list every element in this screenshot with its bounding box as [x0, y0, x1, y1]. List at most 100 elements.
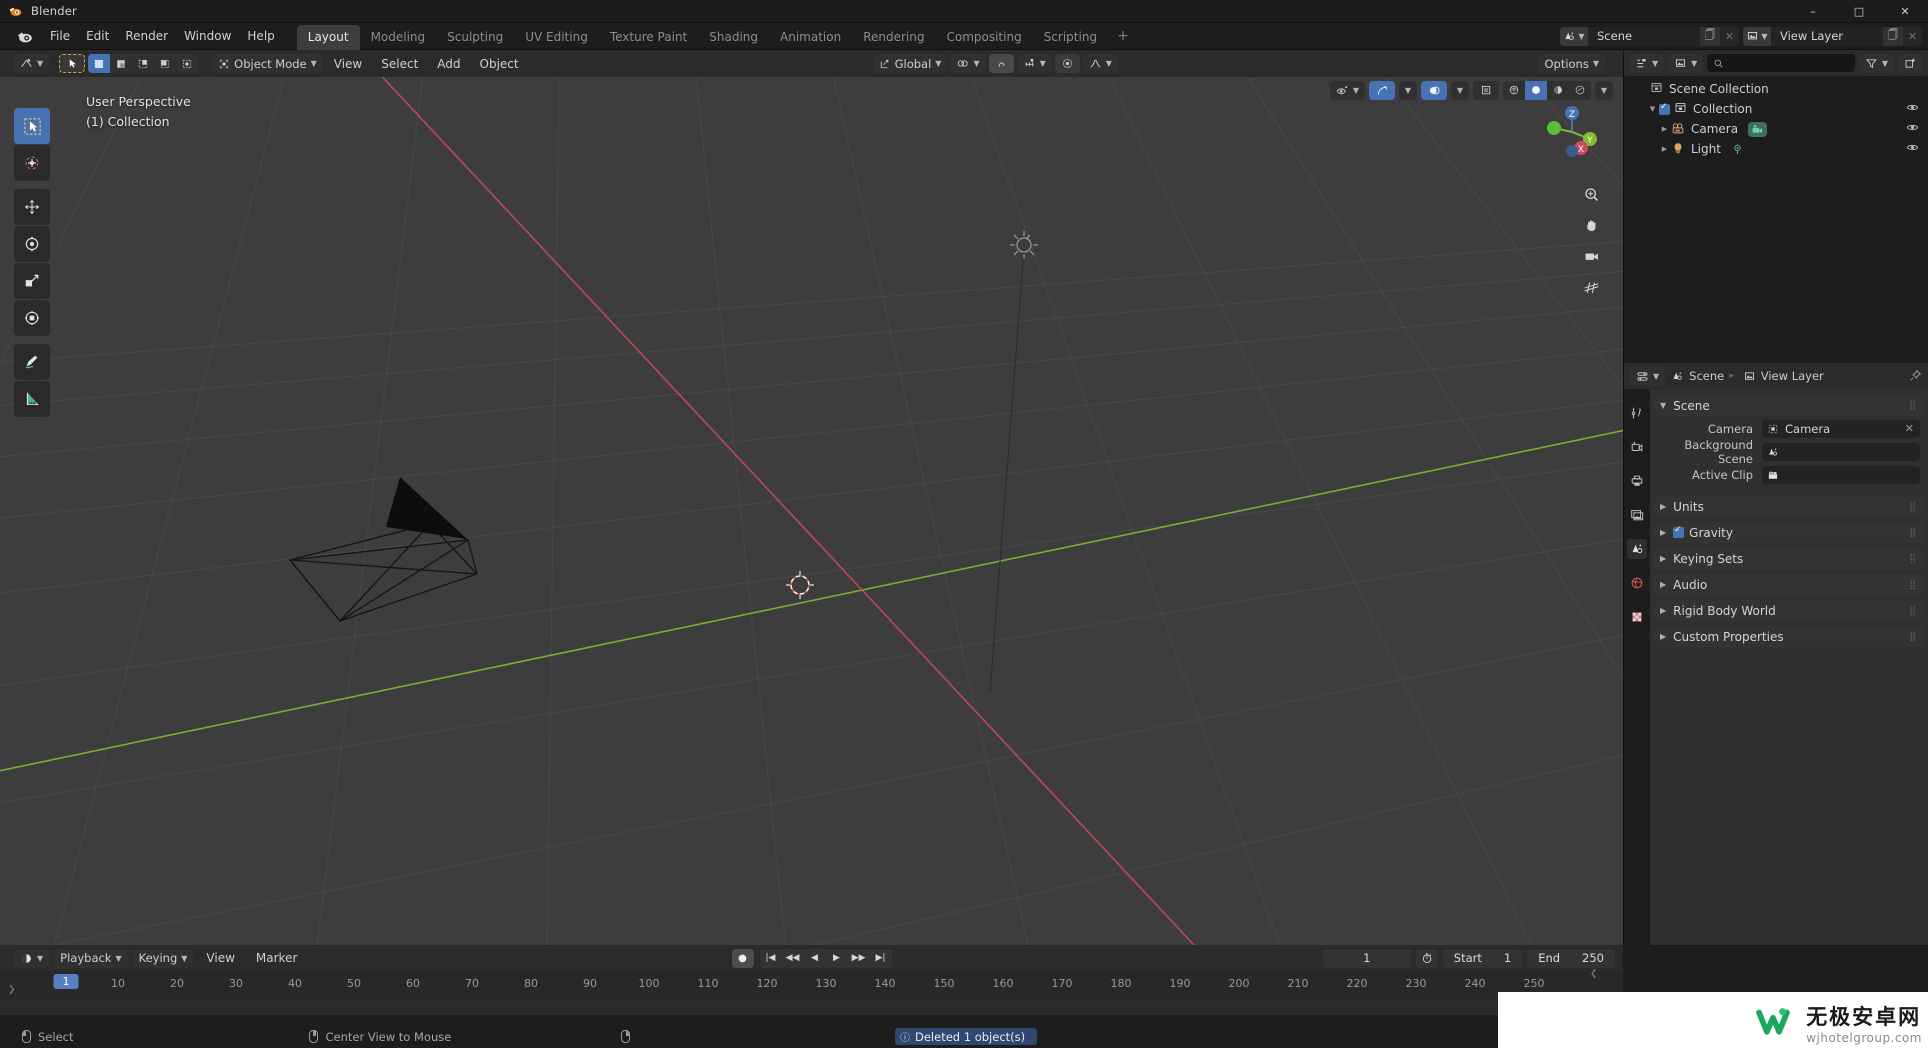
- breadcrumb-scene[interactable]: Scene: [1689, 369, 1724, 383]
- printer-icon[interactable]: [1627, 471, 1647, 491]
- measure-tool[interactable]: [14, 381, 50, 417]
- light-data-icon[interactable]: [1731, 143, 1744, 156]
- panel-disclosure-icon[interactable]: ▶: [1660, 632, 1666, 641]
- render-icon[interactable]: [1627, 437, 1647, 457]
- unlink-viewlayer-icon[interactable]: ✕: [1903, 27, 1922, 46]
- select-extend-icon[interactable]: [110, 54, 132, 73]
- select-tool-active-icon[interactable]: [59, 54, 86, 73]
- blender-menu-icon[interactable]: [16, 27, 36, 45]
- camera-field[interactable]: Camera ✕: [1762, 419, 1920, 438]
- timeline-ruler[interactable]: 1 10 20 30 40 50 60 70 80 90 100 110 120…: [0, 971, 1623, 999]
- viewport-menu-select[interactable]: Select: [373, 54, 426, 74]
- minimize-icon[interactable]: –: [1790, 0, 1836, 23]
- next-keyframe-button[interactable]: ▶▶: [848, 949, 870, 968]
- workspace-tab-sculpting[interactable]: Sculpting: [436, 25, 514, 50]
- add-workspace-button[interactable]: +: [1108, 26, 1138, 46]
- workspace-tab-animation[interactable]: Animation: [769, 25, 852, 50]
- toggle-ortho-icon[interactable]: [1577, 273, 1605, 301]
- workspace-tab-texture-paint[interactable]: Texture Paint: [599, 25, 698, 50]
- checker-icon[interactable]: [1627, 607, 1647, 627]
- disclosure-icon[interactable]: ▶: [1658, 145, 1671, 153]
- select-invert-icon[interactable]: [154, 54, 176, 73]
- hand-icon[interactable]: [1577, 211, 1605, 239]
- 3d-viewport[interactable]: User Perspective (1) Collection Z Y X: [0, 77, 1623, 945]
- rendered-shading-icon[interactable]: [1569, 81, 1591, 100]
- panel-keying-sets[interactable]: ▶ Keying Sets ⣿: [1654, 548, 1924, 569]
- breadcrumb-view-layer[interactable]: View Layer: [1761, 369, 1824, 383]
- properties-editor-type-icon[interactable]: ▼: [1630, 366, 1666, 386]
- rotate-tool[interactable]: [14, 226, 50, 262]
- new-scene-icon[interactable]: 🗍: [1700, 27, 1720, 46]
- play-reverse-button[interactable]: ◀: [804, 949, 826, 968]
- play-button[interactable]: ▶: [826, 949, 848, 968]
- camera-data-icon[interactable]: [1748, 121, 1768, 137]
- shading-dropdown[interactable]: ▼: [1595, 80, 1613, 100]
- panel-custom-properties[interactable]: ▶ Custom Properties ⣿: [1654, 626, 1924, 647]
- outliner-search-input[interactable]: [1707, 54, 1855, 72]
- menu-window[interactable]: Window: [176, 26, 239, 46]
- scene-name-field[interactable]: Scene: [1588, 27, 1700, 46]
- timeline-keying-dropdown[interactable]: Keying ▼: [132, 948, 194, 968]
- panel-disclosure-icon[interactable]: ▼: [1660, 401, 1666, 410]
- new-collection-icon[interactable]: [1898, 53, 1923, 73]
- pin-icon[interactable]: [1909, 367, 1922, 386]
- menu-help[interactable]: Help: [239, 26, 282, 46]
- wireframe-shading-icon[interactable]: [1503, 81, 1525, 100]
- maximize-icon[interactable]: □: [1836, 0, 1882, 23]
- frame-end-field[interactable]: End 250: [1527, 948, 1615, 968]
- timeline-editor-type-icon[interactable]: ▼: [14, 948, 50, 968]
- current-frame-field[interactable]: 1: [1322, 948, 1411, 968]
- object-visibility-dropdown[interactable]: ▼: [1329, 80, 1365, 100]
- view-layer-selector[interactable]: ▼ View Layer 🗍 ✕: [1743, 27, 1922, 46]
- panel-disclosure-icon[interactable]: ▶: [1660, 554, 1666, 563]
- solid-shading-icon[interactable]: [1525, 80, 1547, 100]
- active-clip-field[interactable]: [1762, 465, 1920, 484]
- status-report[interactable]: ⓘ Deleted 1 object(s): [895, 1028, 1038, 1045]
- tweak-tool[interactable]: [14, 108, 50, 144]
- workspace-tab-modeling[interactable]: Modeling: [360, 25, 437, 50]
- scene-icon[interactable]: ▼: [1560, 27, 1588, 46]
- playhead[interactable]: 1: [53, 974, 79, 989]
- frame-start-field[interactable]: Start 1: [1442, 948, 1523, 968]
- pivot-point-dropdown[interactable]: ▼: [950, 54, 986, 73]
- record-keyframe-button[interactable]: ●: [731, 948, 754, 968]
- panel-disclosure-icon[interactable]: ▶: [1660, 528, 1666, 537]
- camera-view-icon[interactable]: [1577, 242, 1605, 270]
- editor-type-icon[interactable]: ▼: [14, 54, 50, 73]
- panel-disclosure-icon[interactable]: ▶: [1660, 502, 1666, 511]
- visibility-eye-icon[interactable]: [1906, 101, 1919, 117]
- menu-render[interactable]: Render: [117, 26, 176, 46]
- viewport-menu-add[interactable]: Add: [429, 54, 468, 74]
- cursor-tool[interactable]: [14, 145, 50, 181]
- filter-icon[interactable]: ▼: [1858, 53, 1894, 73]
- zoom-icon[interactable]: [1577, 180, 1605, 208]
- disclosure-icon[interactable]: ▶: [1658, 125, 1671, 133]
- snap-settings-dropdown[interactable]: ▼: [1016, 54, 1052, 73]
- disclosure-icon[interactable]: ▼: [1646, 105, 1659, 113]
- viewport-menu-object[interactable]: Object: [472, 54, 527, 74]
- overlays-dropdown[interactable]: ▼: [1451, 80, 1469, 100]
- transform-orientation-dropdown[interactable]: Global ▼: [872, 54, 948, 73]
- jump-to-start-button[interactable]: |◀: [760, 949, 782, 968]
- panel-disclosure-icon[interactable]: ▶: [1660, 606, 1666, 615]
- viewport-menu-view[interactable]: View: [326, 54, 370, 74]
- panel-rigid-body-world[interactable]: ▶ Rigid Body World ⣿: [1654, 600, 1924, 621]
- outliner-row-scene-collection[interactable]: Scene Collection: [1624, 79, 1928, 99]
- outliner-row-light[interactable]: ▶ Light: [1624, 139, 1928, 159]
- overlays-toggle-icon[interactable]: [1421, 80, 1447, 100]
- close-icon[interactable]: ✕: [1882, 0, 1928, 23]
- world-icon[interactable]: [1627, 573, 1647, 593]
- workspace-tab-shading[interactable]: Shading: [698, 25, 769, 50]
- select-subtract-icon[interactable]: [132, 54, 154, 73]
- workspace-tab-uv-editing[interactable]: UV Editing: [514, 25, 599, 50]
- prev-keyframe-button[interactable]: ◀◀: [782, 949, 804, 968]
- outliner-row-collection[interactable]: ▼ Collection: [1624, 99, 1928, 119]
- timeline-playback-dropdown[interactable]: Playback ▼: [54, 948, 128, 968]
- select-set-icon[interactable]: [88, 54, 111, 73]
- background-scene-field[interactable]: [1762, 442, 1920, 461]
- scene-icon[interactable]: [1627, 539, 1647, 559]
- timeline-track-area[interactable]: [0, 999, 1623, 1015]
- viewport-options-dropdown[interactable]: Options ▼: [1538, 54, 1605, 73]
- timeline-expand-arrow-icon[interactable]: ❯: [8, 985, 16, 995]
- material-preview-shading-icon[interactable]: [1547, 81, 1569, 100]
